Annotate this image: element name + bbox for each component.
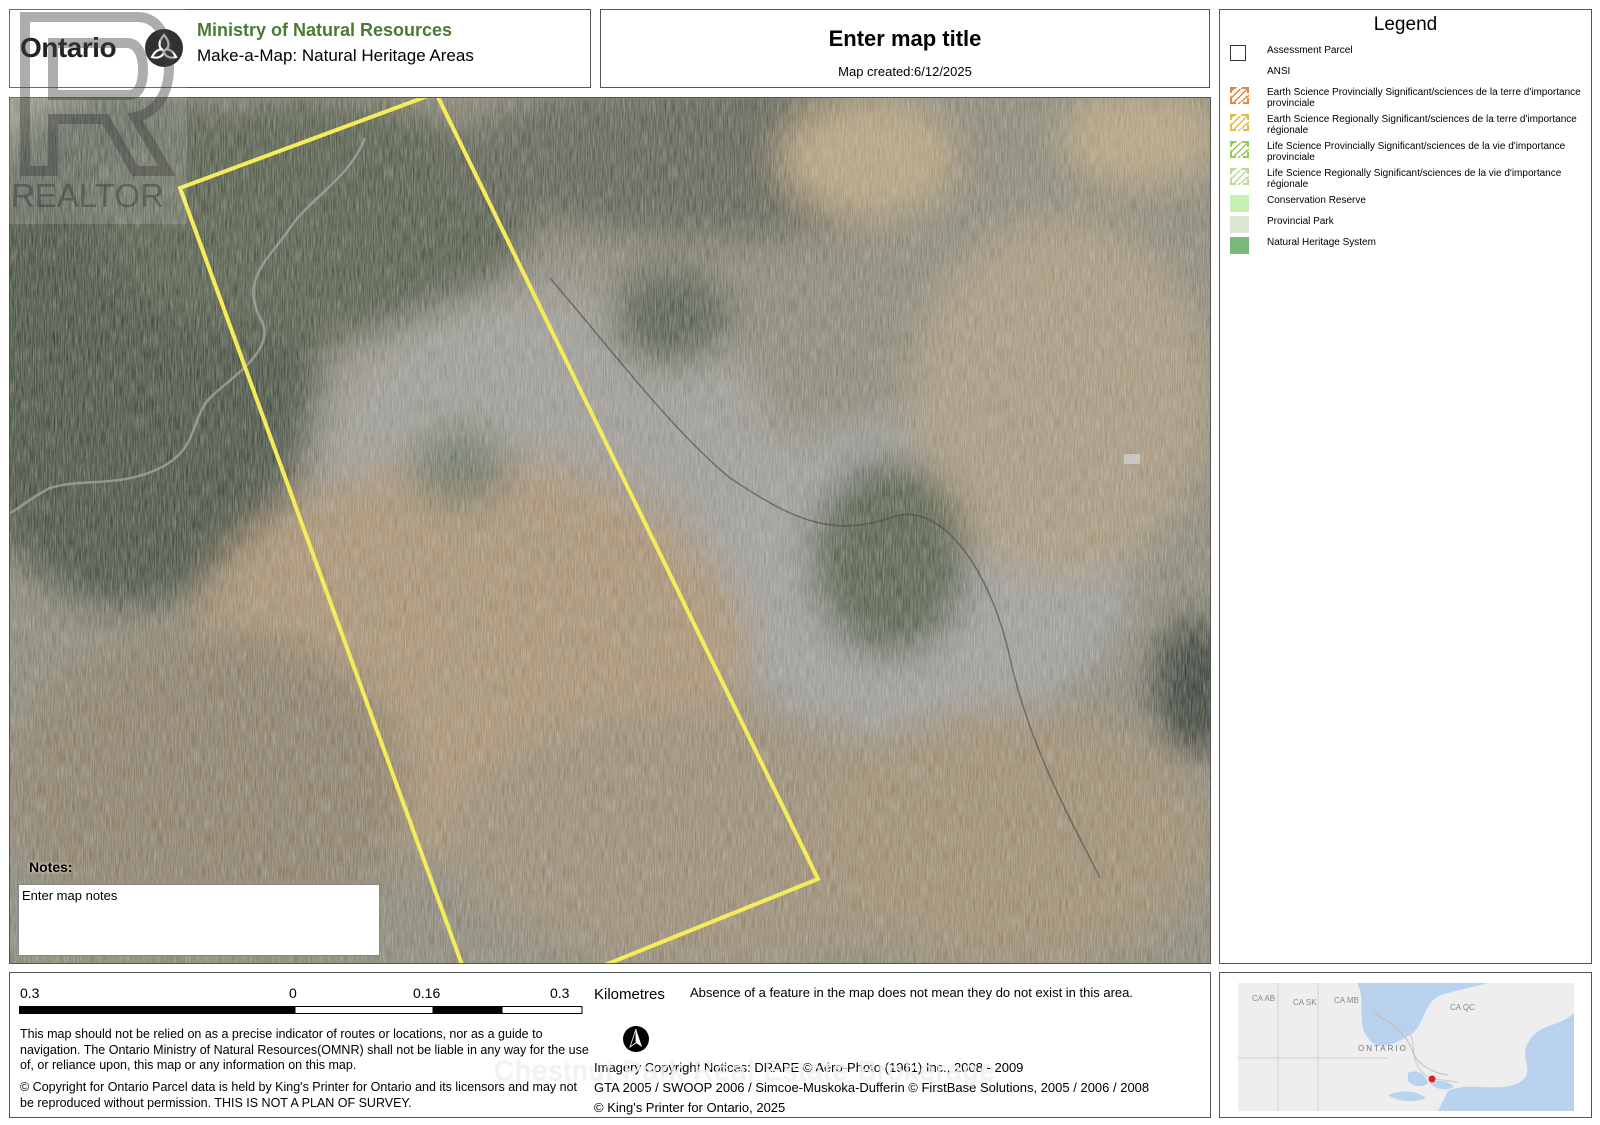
legend-swatch-icon [1230,168,1249,185]
aerial-imagery[interactable] [10,98,1211,964]
legend-swatch-icon [1230,87,1249,104]
imagery-line: © King's Printer for Ontario, 2025 [594,1100,786,1115]
legend-panel: Legend Assessment Parcel ANSI Earth Scienc… [1219,9,1592,964]
legend-title: Legend [1373,14,1438,35]
legend-swatch-icon [1230,237,1249,254]
legend-label: Conservation Reserve [1267,195,1366,206]
legend-swatch-icon [1230,195,1249,212]
absence-note: Absence of a feature in the map does not… [690,985,1133,1000]
legend-label: ANSI [1267,66,1291,77]
legend-label: Earth Science Provincially Significant/s… [1267,87,1581,109]
legend-label: Assessment Parcel [1267,45,1353,56]
imagery-line: GTA 2005 / SWOOP 2006 / Simcoe-Muskoka-D… [594,1080,1150,1095]
ministry-name: Ministry of Natural Resources [197,20,453,40]
scale-bar [19,1006,583,1014]
notes-box[interactable]: Enter map notes [18,884,380,956]
legend-label: Provincial Park [1267,216,1334,227]
legend-label: Natural Heritage System [1267,237,1376,248]
inset-label: CA QC [1450,1003,1475,1012]
map-footer: 0.3 0 0.16 0.3 Kilometres Absence of a f… [9,972,1211,1118]
location-marker-icon [1428,1075,1436,1083]
inset-label: CA MB [1334,996,1359,1005]
scale-tick-label: 0.16 [413,985,441,1001]
inset-locator-map: CA AB CA SK CA MB CA QC ONTARIO [1219,972,1592,1118]
inset-label: CA SK [1293,998,1317,1007]
ontario-logo-text: Ontario [20,32,117,63]
trillium-icon [145,29,183,67]
map-title[interactable]: Enter map title [601,26,1209,52]
map-title-panel: Enter map title Map created:6/12/2025 [600,9,1210,88]
legend-label: Life Science Regionally Significant/scie… [1267,168,1562,190]
legend-swatch-icon [1230,216,1249,233]
imagery-line: Imagery Copyright Notices: DRAPE © Aéro-… [594,1060,1024,1075]
imagery-notices: Imagery Copyright Notices: DRAPE © Aéro-… [594,1058,1204,1118]
scale-tick-label: 0 [289,985,297,1001]
notes-text[interactable]: Enter map notes [22,888,117,903]
legend-swatch-icon [1230,66,1249,83]
disclaimer-text: This map should not be relied on as a pr… [20,1027,589,1072]
scale-unit: Kilometres [594,986,665,1003]
inset-map-graphic: CA AB CA SK CA MB CA QC ONTARIO [1238,983,1574,1111]
inset-label: CA AB [1252,994,1275,1003]
legend-label: Life Science Provincially Significant/sc… [1267,141,1566,163]
header-branding: Ontario Ministry of Natural Resources Ma… [9,9,591,88]
copyright-text: © Copyright for Ontario Parcel data is h… [20,1080,577,1110]
scale-tick-label: 0.3 [20,985,40,1001]
inset-label: ONTARIO [1358,1044,1408,1053]
legend-swatch-icon [1230,114,1249,131]
north-arrow-icon [623,1026,649,1052]
notes-label: Notes: [29,859,73,875]
legend-label: Earth Science Regionally Significant/sci… [1267,114,1577,136]
map-view[interactable]: Notes: Enter map notes [9,97,1211,964]
map-created-date: Map created:6/12/2025 [838,64,972,79]
legend-swatch-icon [1230,141,1249,158]
scale-tick-label: 0.3 [550,985,570,1001]
app-name: Make-a-Map: Natural Heritage Areas [197,46,474,65]
legend-swatch-icon [1230,45,1246,61]
